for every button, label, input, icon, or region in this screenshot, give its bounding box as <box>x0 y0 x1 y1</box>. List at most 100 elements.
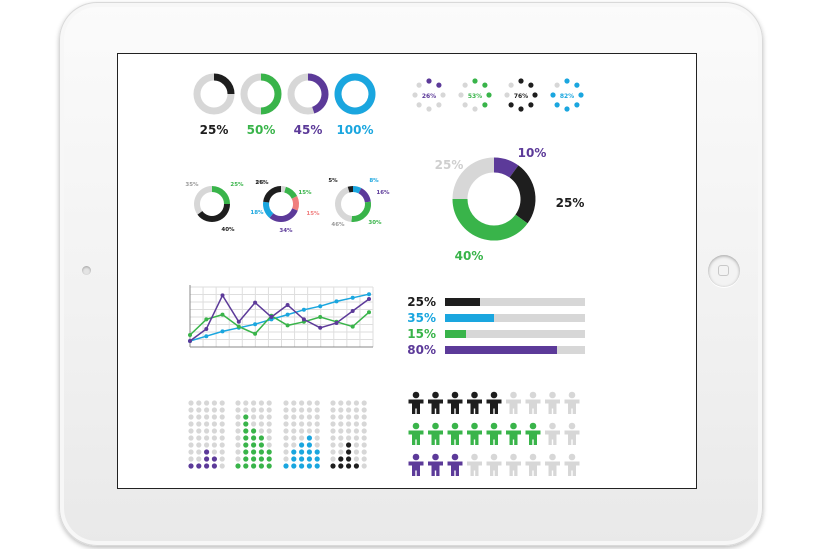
person-icon <box>408 391 424 414</box>
person-icon <box>525 422 541 445</box>
person-torso <box>412 430 420 440</box>
person-head <box>568 391 576 399</box>
matrix-dot <box>211 435 217 441</box>
series-point <box>285 303 290 307</box>
person-icon <box>428 453 443 476</box>
bar-fill <box>445 346 557 354</box>
matrix-dot <box>330 421 336 427</box>
series-point <box>220 312 225 317</box>
matrix-dot <box>251 442 257 448</box>
matrix-dot <box>346 400 352 406</box>
matrix-dot <box>330 407 336 413</box>
matrix-dot <box>338 400 344 406</box>
person-icon <box>525 391 541 414</box>
infographic-canvas: 25% 50% 45% 100% 26% 53% 76% 82% 25% 40% 35% 5% 15% 1… <box>185 73 585 476</box>
donut-label: 50% <box>247 123 276 137</box>
matrix-dot <box>258 400 264 406</box>
matrix-dot <box>291 456 297 462</box>
matrix-dot <box>283 435 289 441</box>
matrix-dot <box>291 449 297 455</box>
matrix-dot <box>258 449 264 455</box>
person-head <box>549 453 556 461</box>
matrix-dot <box>299 435 305 441</box>
series-line <box>189 293 370 342</box>
gauge-dot <box>528 102 534 108</box>
person-leg <box>451 439 455 445</box>
gauge-dot <box>416 102 422 108</box>
person-torso <box>529 399 537 409</box>
multi-donut-segment <box>358 188 371 203</box>
person-head <box>451 391 459 399</box>
matrix-dot <box>314 463 320 469</box>
matrix-dot <box>291 407 297 413</box>
gauge-label: 53% <box>468 93 482 100</box>
matrix-dot <box>330 428 336 434</box>
person-head <box>412 391 420 399</box>
matrix-dot <box>188 449 194 455</box>
matrix-dot <box>346 435 352 441</box>
matrix-dot <box>219 400 225 406</box>
matrix-dot <box>353 456 359 462</box>
person-icon <box>467 422 482 445</box>
matrix-dot <box>299 400 305 406</box>
matrix-dot <box>251 414 257 420</box>
matrix-dot <box>361 400 367 406</box>
matrix-dot <box>353 449 359 455</box>
matrix-dot <box>353 463 359 469</box>
matrix-dot <box>219 456 225 462</box>
series-point <box>285 323 290 328</box>
person-leg <box>568 470 572 476</box>
matrix-dot <box>266 400 272 406</box>
person-torso <box>412 399 420 409</box>
person-icon <box>545 391 560 414</box>
matrix-dot <box>346 442 352 448</box>
matrix-dot <box>299 407 305 413</box>
matrix-dot <box>266 449 272 455</box>
matrix-dot <box>361 435 367 441</box>
person-head <box>432 422 439 430</box>
multi-donut-label: 16% <box>376 190 390 196</box>
series-point <box>236 319 241 324</box>
matrix-dot <box>283 407 289 413</box>
gauge-label: 76% <box>514 93 528 100</box>
home-button[interactable] <box>708 255 740 287</box>
person-torso <box>548 430 557 440</box>
gauge-dot <box>482 82 488 88</box>
person-leg <box>514 439 518 445</box>
matrix-dot <box>306 414 312 420</box>
series-point <box>318 325 323 330</box>
matrix-dot <box>251 463 257 469</box>
matrix-dot <box>330 400 336 406</box>
matrix-dot <box>314 428 320 434</box>
person-icon <box>564 453 580 476</box>
person-leg <box>529 470 533 476</box>
matrix-dot <box>361 414 367 420</box>
person-leg <box>548 470 552 476</box>
matrix-dot <box>204 407 210 413</box>
matrix-dot <box>361 456 367 462</box>
matrix-dot <box>338 442 344 448</box>
bar-label: 35% <box>407 311 436 325</box>
matrix-dot <box>346 449 352 455</box>
gauge-dot <box>554 102 560 108</box>
matrix-dot <box>283 414 289 420</box>
big-donut-label: 25% <box>435 158 464 172</box>
gauge-dot <box>462 82 468 88</box>
matrix-dot <box>188 463 194 469</box>
series-point <box>220 329 225 334</box>
person-icon <box>428 422 443 445</box>
matrix-dot <box>196 456 202 462</box>
person-leg <box>529 439 533 445</box>
person-leg <box>451 470 455 476</box>
matrix-dot <box>314 400 320 406</box>
matrix-dot <box>211 463 217 469</box>
matrix-dot <box>204 463 210 469</box>
series-point <box>367 292 371 297</box>
matrix-dot <box>346 421 352 427</box>
person-torso <box>490 461 498 471</box>
person-head <box>451 422 459 430</box>
person-leg <box>412 439 416 445</box>
matrix-dot <box>196 442 202 448</box>
person-head <box>510 422 517 430</box>
multi-donut-label: 40% <box>221 227 235 233</box>
